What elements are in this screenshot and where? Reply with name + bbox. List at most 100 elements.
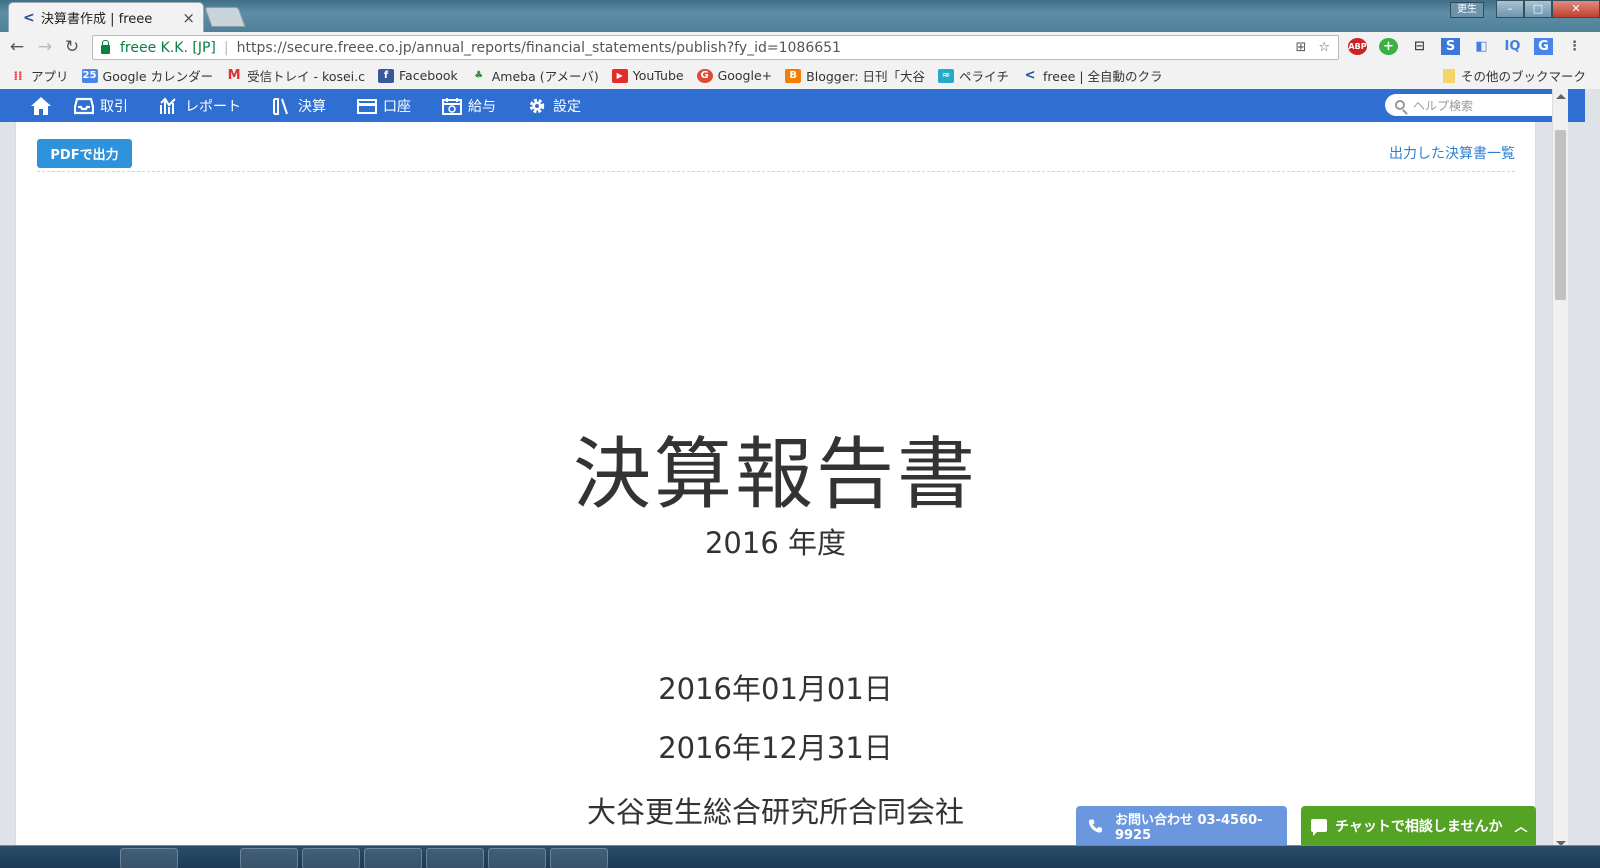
- taskbar-app[interactable]: [364, 848, 422, 868]
- os-taskbar: [0, 845, 1600, 868]
- reader-icon[interactable]: ⊟: [1410, 38, 1429, 55]
- google-plus-icon: G: [696, 68, 713, 83]
- add-extension-icon[interactable]: +: [1379, 38, 1398, 55]
- nav-settings[interactable]: 設定: [527, 96, 581, 116]
- bookmark-google-calendar[interactable]: 25 Google カレンダー: [81, 66, 213, 85]
- lock-icon: [101, 40, 110, 54]
- contact-label: お問い合わせ 03-4560-9925: [1114, 812, 1263, 843]
- bookmark-youtube[interactable]: ▶ YouTube: [611, 68, 684, 83]
- bookmark-apps[interactable]: ⁞⁞ アプリ: [10, 66, 68, 85]
- taskbar-app[interactable]: [302, 848, 360, 868]
- window-extension-icon[interactable]: ◧: [1472, 38, 1491, 55]
- app-navbar: 取引 レポート 決算 口座 給与 設定 ヘルプ検索: [0, 89, 1585, 122]
- export-pdf-button[interactable]: PDFで出力: [37, 139, 132, 168]
- bookmark-freee[interactable]: < freee | 全自動のクラ: [1022, 66, 1163, 85]
- nav-label: 決算: [298, 98, 326, 115]
- peraichi-icon: ≈: [938, 68, 955, 83]
- bookmarks-bar: ⁞⁞ アプリ 25 Google カレンダー M 受信トレイ - kosei.c…: [0, 62, 1600, 89]
- taskbar-app[interactable]: [550, 848, 608, 868]
- exported-statements-link[interactable]: 出力した決算書一覧: [1389, 143, 1515, 163]
- site-identity[interactable]: freee K.K. [JP]: [120, 40, 216, 56]
- nav-reports[interactable]: レポート: [159, 96, 241, 116]
- bookmark-ameba[interactable]: ♣ Ameba (アメーバ): [471, 66, 599, 85]
- ameba-icon: ♣: [474, 69, 484, 81]
- maximize-icon[interactable]: □: [1524, 0, 1552, 18]
- chat-label: チャットで相談しませんか: [1335, 818, 1503, 835]
- nav-label: 取引: [100, 98, 128, 115]
- facebook-icon: f: [378, 68, 394, 83]
- new-tab-button[interactable]: [204, 7, 246, 27]
- phone-icon: [1088, 818, 1103, 833]
- home-icon[interactable]: [30, 96, 52, 116]
- bookmark-label: YouTube: [632, 68, 684, 83]
- bookmark-label: freee | 全自動のクラ: [1043, 69, 1163, 84]
- bookmark-label: ペライチ: [959, 69, 1010, 84]
- chat-bubble-icon: [1311, 819, 1327, 836]
- freee-icon: <: [23, 9, 35, 26]
- chevron-up-icon[interactable]: ︿: [1514, 816, 1527, 835]
- bookmark-blogger[interactable]: B Blogger: 日刊「大谷: [785, 66, 925, 85]
- bookmark-google-plus[interactable]: G Google+: [696, 68, 772, 83]
- omnibox-actions: ⊞ ☆: [1295, 40, 1330, 55]
- bookmark-label: Ameba (アメーバ): [491, 69, 599, 84]
- tab-title: 決算書作成 | freee: [41, 12, 153, 27]
- scroll-thumb[interactable]: [1555, 130, 1566, 300]
- nav-payroll[interactable]: 給与: [442, 96, 496, 116]
- scroll-up-icon[interactable]: [1556, 94, 1566, 99]
- fiscal-year: 2016 年度: [704, 526, 847, 560]
- help-search-input[interactable]: ヘルプ検索: [1385, 94, 1567, 116]
- bookmark-peraichi[interactable]: ≈ ペライチ: [938, 66, 1009, 85]
- search-icon: [1395, 100, 1405, 110]
- extensions-bar: ABP + ⊟ S ◧ IQ G ⋮: [1348, 38, 1584, 55]
- bookmark-facebook[interactable]: f Facebook: [378, 68, 458, 83]
- page-scrollbar[interactable]: [1552, 89, 1568, 851]
- profile-badge[interactable]: 更生: [1450, 2, 1484, 18]
- contact-phone-button[interactable]: お問い合わせ 03-4560-9925: [1076, 806, 1287, 845]
- translate-icon[interactable]: ⊞: [1295, 40, 1306, 55]
- omnibox-separator: |: [223, 39, 229, 56]
- s-extension-icon[interactable]: S: [1441, 38, 1460, 55]
- close-window-icon[interactable]: ✕: [1552, 0, 1600, 18]
- browser-titlebar: < 決算書作成 | freee × 更生 – □ ✕: [0, 0, 1600, 32]
- books-icon: [273, 97, 288, 115]
- chat-widget-button[interactable]: チャットで相談しませんか ︿: [1301, 806, 1536, 845]
- youtube-icon: ▶: [611, 68, 628, 83]
- other-bookmarks[interactable]: その他のブックマーク: [1442, 66, 1586, 85]
- url-text[interactable]: https://secure.freee.co.jp/annual_report…: [237, 40, 841, 56]
- bookmark-label: Facebook: [399, 68, 458, 83]
- gmail-icon: M: [227, 67, 241, 83]
- forward-icon[interactable]: →: [35, 37, 55, 57]
- period-end: 2016年12月31日: [658, 731, 893, 765]
- nav-closing[interactable]: 決算: [272, 96, 326, 116]
- taskbar-app[interactable]: [426, 848, 484, 868]
- minimize-icon[interactable]: –: [1496, 0, 1524, 18]
- google-translate-icon[interactable]: G: [1534, 38, 1553, 55]
- document-title: 決算報告書: [572, 430, 978, 520]
- tab-close-icon[interactable]: ×: [182, 9, 195, 27]
- page-content: PDFで出力 出力した決算書一覧 決算報告書 2016 年度 2016年01月0…: [15, 122, 1536, 868]
- taskbar-app[interactable]: [488, 848, 546, 868]
- address-bar[interactable]: freee K.K. [JP] | https://secure.freee.c…: [92, 35, 1339, 60]
- nav-accounts[interactable]: 口座: [357, 96, 411, 116]
- apps-grid-icon: ⁞⁞: [13, 68, 23, 83]
- taskbar-app[interactable]: [240, 848, 298, 868]
- freee-icon: <: [1024, 67, 1036, 83]
- nav-transactions[interactable]: 取引: [74, 96, 128, 116]
- bookmark-label: 受信トレイ - kosei.c: [247, 69, 365, 84]
- iq-extension-icon[interactable]: IQ: [1503, 38, 1522, 55]
- window-controls: 更生 – □ ✕: [1450, 0, 1600, 18]
- inbox-icon: [74, 97, 94, 114]
- tab-freee[interactable]: < 決算書作成 | freee ×: [8, 2, 204, 32]
- reload-icon[interactable]: ↻: [62, 37, 82, 57]
- folder-icon: [1442, 68, 1455, 83]
- bookmark-star-icon[interactable]: ☆: [1318, 40, 1330, 55]
- google-calendar-icon: 25: [81, 68, 98, 83]
- gear-icon: [529, 98, 545, 113]
- calendar-icon: [442, 97, 462, 115]
- bookmark-gmail[interactable]: M 受信トレイ - kosei.c: [226, 66, 365, 85]
- taskbar-app[interactable]: [120, 848, 178, 868]
- menu-kebab-icon[interactable]: ⋮: [1565, 38, 1584, 55]
- back-icon[interactable]: ←: [7, 37, 27, 57]
- nav-label: 設定: [553, 98, 581, 115]
- adblock-icon[interactable]: ABP: [1348, 38, 1367, 55]
